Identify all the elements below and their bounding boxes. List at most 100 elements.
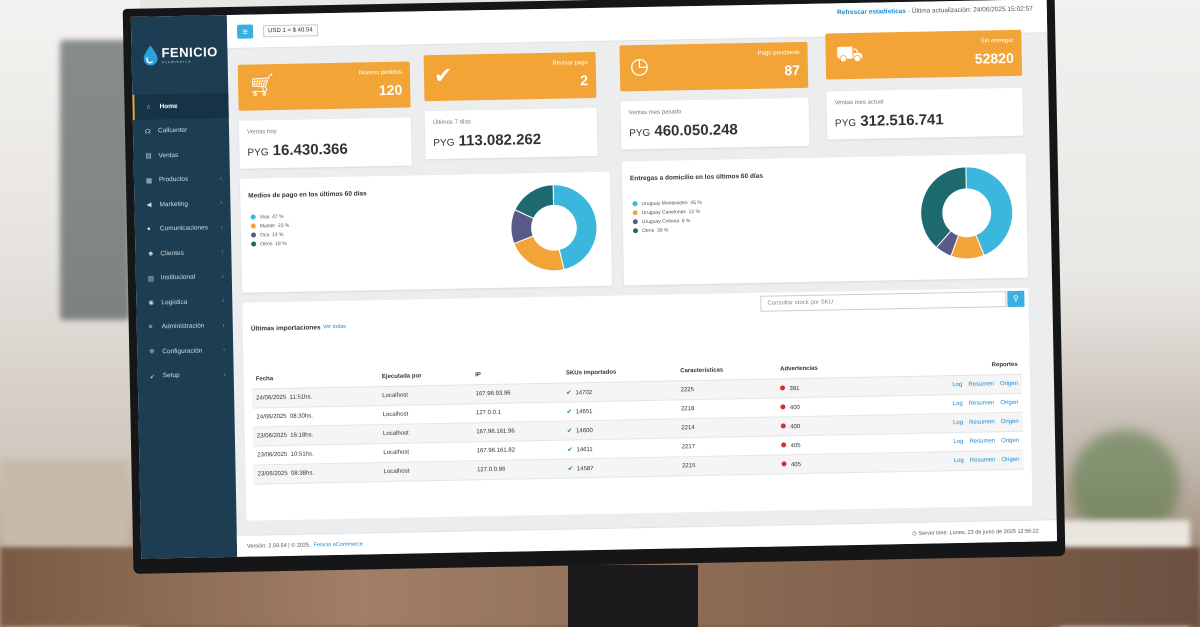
currency: PYG: [433, 137, 455, 150]
legend-value: 6: [681, 217, 685, 224]
home-icon: ⌂: [146, 103, 151, 111]
legend-value: 18: [275, 240, 281, 247]
date: 23/06/2025: [257, 451, 288, 459]
card-value: 87: [784, 62, 801, 79]
report-link-origen[interactable]: Origen: [1000, 381, 1018, 387]
background-left: [0, 0, 140, 627]
card-nuevos-pedidos[interactable]: 🛒︎ Nuevos pedidos 120: [237, 61, 411, 111]
card-revisar-pago[interactable]: ✔ Revisar pago 2: [423, 51, 597, 102]
card-value: PYG 312.516.741: [835, 111, 944, 130]
cell-warnings: 405: [777, 434, 868, 456]
sidebar-item-logistica[interactable]: ◉ Logística ‹: [136, 289, 232, 315]
view-all-link[interactable]: Ver todas: [323, 324, 346, 330]
logo-name: FENICIO: [161, 44, 218, 61]
report-link-log[interactable]: Log: [952, 382, 962, 388]
menu-toggle-button[interactable]: ≡: [236, 23, 254, 39]
warnings-count: 391: [789, 385, 800, 392]
legend-value: 23: [277, 222, 284, 229]
sidebar-item-administracion[interactable]: ≡ Administración ‹: [137, 313, 233, 339]
sidebar-item-configuracion[interactable]: ✲ Configuración ‹: [137, 338, 233, 364]
report-link-origen[interactable]: Origen: [1001, 419, 1019, 425]
currency: PYG: [834, 117, 857, 130]
legend-label: Otros: [260, 240, 273, 247]
card-pago-pendiente[interactable]: ◷ Pago pendiente 87: [619, 41, 809, 92]
brand-link[interactable]: Fenicio eCommerce: [314, 541, 363, 548]
chart-title: Entregas a domicilio en los últimos 60 d…: [629, 172, 763, 183]
card-value: PYG 113.082.262: [433, 131, 541, 150]
legend-swatch: [250, 232, 257, 238]
report-link-origen[interactable]: Origen: [1001, 457, 1019, 463]
table-body: 24/06/2025 11:51hs. Localhost 167.96.93.96…: [251, 374, 1024, 485]
report-link-origen[interactable]: Origen: [1000, 400, 1018, 406]
check-icon: ✔: [567, 427, 573, 435]
sidebar-item-comunicaciones[interactable]: ● Comunicaciones ‹: [135, 215, 231, 241]
report-link-resumen[interactable]: Resumen: [970, 457, 996, 463]
chart-legend: Uruguay Montevideo 45 % Uruguay Canelones…: [632, 198, 702, 235]
cart-icon: 🛒︎: [247, 72, 277, 98]
gears-icon: ✲: [149, 348, 155, 356]
amount: 312.516.741: [860, 111, 944, 130]
report-link-resumen[interactable]: Resumen: [968, 381, 994, 387]
sidebar-item-ventas[interactable]: ▤ Ventas: [133, 142, 229, 168]
legend-swatch: [632, 228, 639, 234]
cell-ip: 167.96.161.82: [472, 440, 564, 461]
report-link-resumen[interactable]: Resumen: [969, 419, 995, 425]
imports-panel: Últimas importaciones Ver todas Consulta…: [242, 287, 1033, 521]
chart-title: Medios de pago en los últimos 60 días: [248, 190, 367, 200]
warning-dot-icon: [781, 422, 787, 428]
currency: PYG: [247, 147, 269, 159]
report-link-origen[interactable]: Origen: [1001, 438, 1019, 444]
cell-date: 23/06/2025 16:18hs.: [252, 424, 380, 447]
sidebar-item-productos[interactable]: ▦ Productos ‹: [134, 166, 230, 192]
check-icon: ✔: [433, 62, 453, 89]
cell-executed-by: Localhost: [379, 441, 473, 463]
card-ultimos-7-dias: Últimos 7 días PYG 113.082.262: [424, 107, 598, 160]
report-link-log[interactable]: Log: [953, 439, 963, 445]
sidebar-item-callcenter[interactable]: ☊ Callcenter: [133, 117, 229, 143]
sku-search-input[interactable]: Consultar stock por SKU: [760, 291, 1007, 312]
sidebar-item-institucional[interactable]: ▥ Institucional ‹: [136, 264, 232, 290]
date: 24/06/2025: [256, 413, 287, 421]
sidebar-item-marketing[interactable]: ◀ Marketing ‹: [134, 191, 230, 217]
warning-dot-icon: [781, 460, 787, 466]
legend-swatch: [632, 210, 638, 216]
version-text: Versión: 2.59.54 | © 2025,: [246, 541, 311, 550]
card-value: 2: [580, 72, 589, 89]
payment-methods-panel: Medios de pago en los últimos 60 días Vi…: [239, 171, 613, 293]
chart-legend: Visa 47 % Master 23 % Oca 13 % Otros 18 %: [250, 212, 290, 249]
chevron-left-icon: ‹: [221, 249, 224, 256]
payment-methods-donut: [510, 184, 598, 272]
sidebar-item-label: Administración: [161, 322, 205, 331]
fenicio-logo-icon: [143, 45, 158, 66]
column-header: Ejecutada por: [377, 368, 472, 387]
refresh-stats-link[interactable]: Refrescar estadísticas: [837, 8, 906, 16]
report-link-log[interactable]: Log: [953, 401, 963, 407]
legend-swatch: [251, 241, 257, 247]
report-link-log[interactable]: Log: [953, 420, 963, 426]
chevron-left-icon: ‹: [220, 200, 223, 207]
sidebar-item-label: Callcenter: [157, 127, 188, 135]
sidebar-item-setup[interactable]: ➹ Setup ‹: [137, 362, 233, 388]
legend-value: 47: [272, 213, 278, 220]
logo[interactable]: FENICIO ecommerce: [131, 15, 228, 95]
legend-label: Visa: [259, 213, 270, 220]
sidebar-item-label: Comunicaciones: [159, 224, 209, 233]
report-link-resumen[interactable]: Resumen: [969, 400, 995, 406]
report-link-log[interactable]: Log: [954, 458, 964, 464]
rocket-icon: ➹: [149, 373, 156, 381]
server-time-label: Server time:: [918, 529, 949, 537]
chevron-left-icon: ‹: [223, 371, 226, 378]
card-value: 120: [378, 81, 403, 99]
report-link-resumen[interactable]: Resumen: [969, 438, 995, 444]
sidebar-item-clientes[interactable]: ☻ Clientes ‹: [135, 240, 231, 266]
bank-icon: ▥: [147, 275, 155, 283]
skus-count: 14600: [576, 427, 593, 434]
skus-count: 14611: [576, 446, 593, 453]
skus-count: 14587: [576, 465, 594, 472]
card-sin-entregar[interactable]: ⛟ Sin entregar 52820: [825, 29, 1023, 80]
card-value: PYG 460.050.248: [629, 121, 738, 140]
search-icon[interactable]: ⚲: [1007, 290, 1025, 308]
sidebar-item-home[interactable]: ⌂ Home: [132, 92, 229, 120]
cell-date: 23/06/2025 08:38hs.: [253, 462, 380, 485]
cell-characteristics: 2215: [677, 455, 779, 476]
